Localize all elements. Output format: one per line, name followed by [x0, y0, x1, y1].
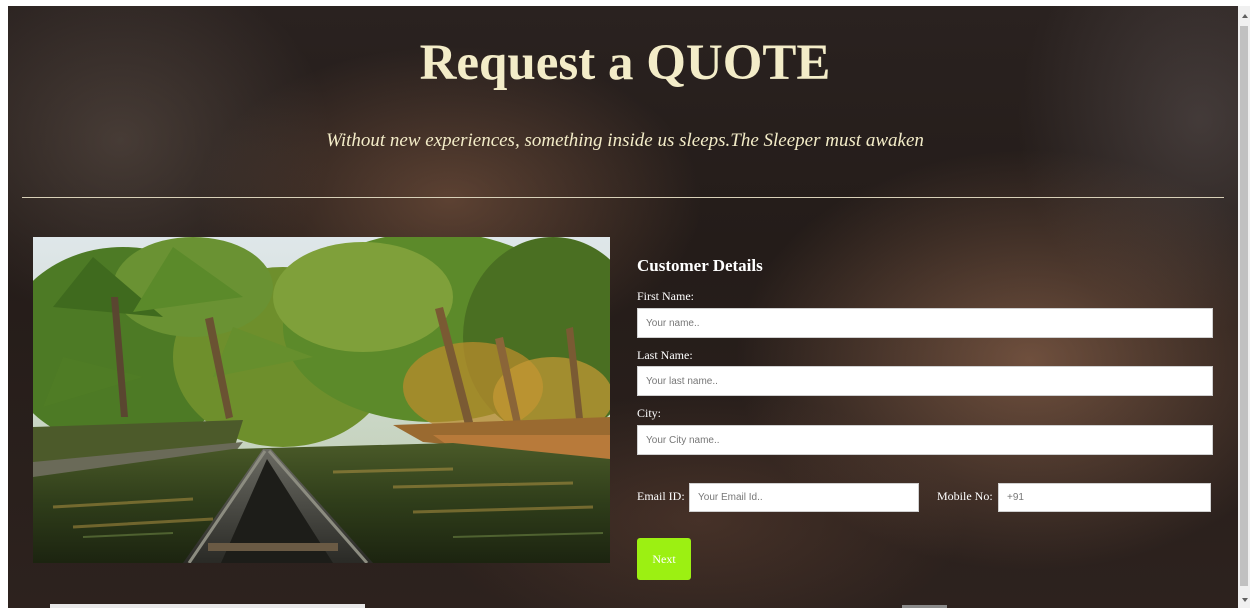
- page-tagline: Without new experiences, something insid…: [326, 130, 924, 151]
- form-heading: Customer Details: [637, 256, 763, 275]
- city-label: City:: [637, 406, 662, 420]
- last-name-label: Last Name:: [637, 348, 693, 362]
- window-top-edge: [0, 0, 1250, 6]
- backwaters-boat-photo: [33, 237, 610, 563]
- mobile-label: Mobile No:: [937, 489, 993, 503]
- next-button[interactable]: Next: [637, 538, 691, 580]
- bottom-edge-strip: [50, 604, 365, 608]
- scrollbar-thumb[interactable]: [1240, 26, 1248, 586]
- first-name-field[interactable]: [637, 308, 1213, 338]
- page-title: Request a QUOTE: [419, 35, 831, 91]
- vertical-scrollbar[interactable]: [1238, 6, 1250, 608]
- last-name-field[interactable]: [637, 366, 1213, 396]
- first-name-label: First Name:: [637, 289, 694, 303]
- chevron-up-icon[interactable]: [1242, 14, 1248, 18]
- email-field[interactable]: [689, 483, 919, 512]
- quote-page: Request a QUOTE Without new experiences,…: [0, 0, 1250, 608]
- header-divider: [22, 197, 1224, 198]
- mobile-field[interactable]: [998, 483, 1211, 512]
- city-field[interactable]: [637, 425, 1213, 455]
- chevron-down-icon[interactable]: [1242, 598, 1248, 602]
- email-label: Email ID:: [637, 489, 685, 503]
